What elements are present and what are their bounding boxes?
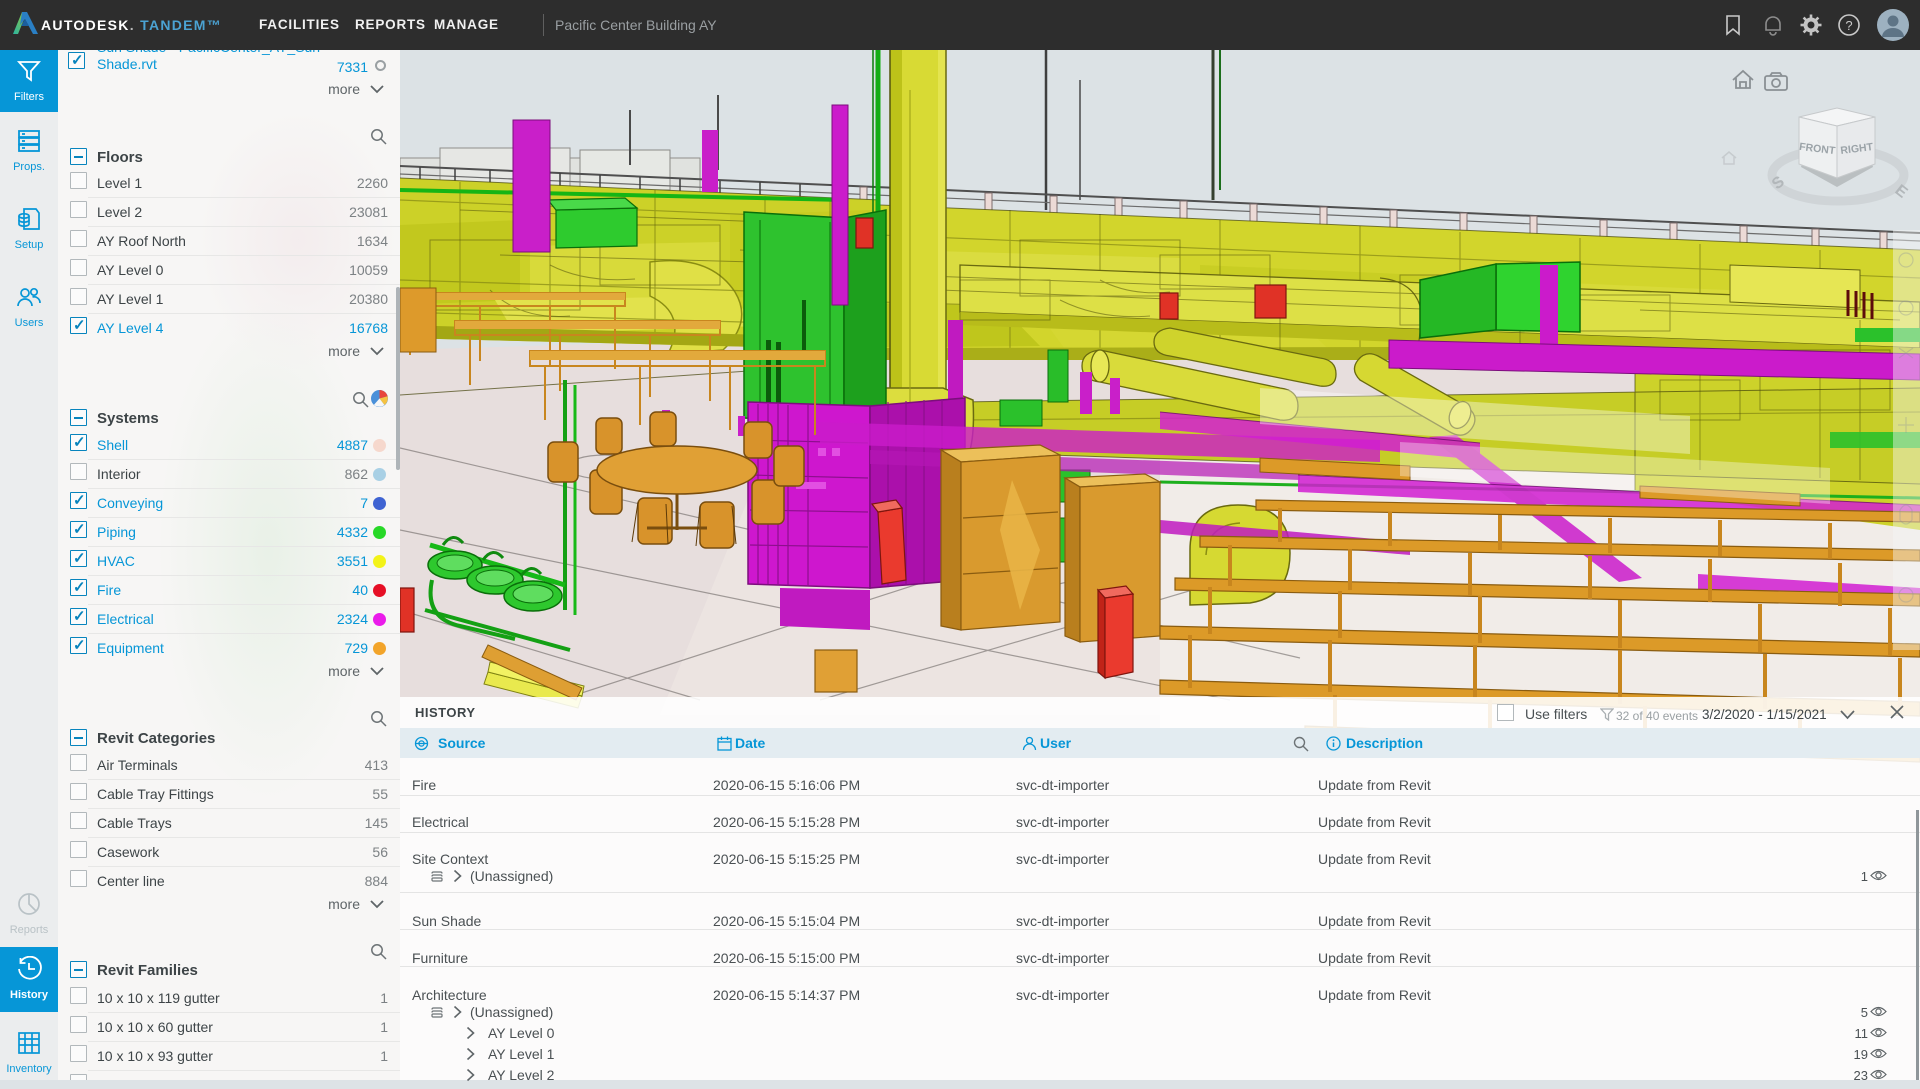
svg-text:?: ?: [1845, 18, 1852, 33]
